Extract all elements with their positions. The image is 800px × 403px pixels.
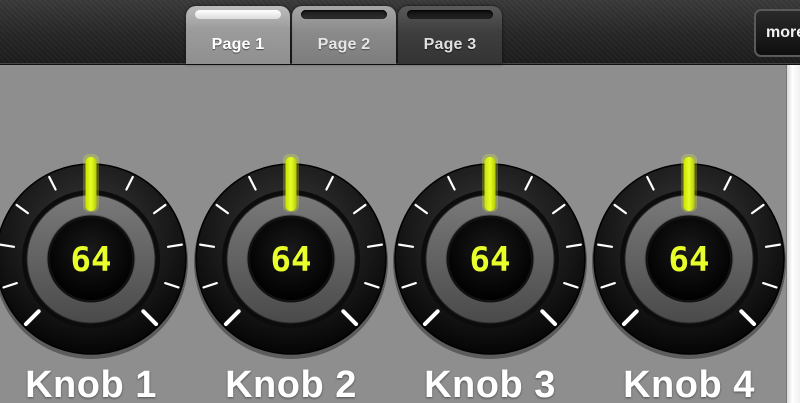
scrollbar[interactable] bbox=[786, 65, 800, 403]
knob-indicator bbox=[285, 157, 297, 211]
knob-label: Knob 1 bbox=[25, 364, 157, 403]
tab-page-1[interactable]: Page 1 bbox=[186, 6, 290, 64]
knob-dial-graphic: 64 bbox=[592, 154, 786, 359]
tab-page-3[interactable]: Page 3 bbox=[398, 6, 502, 64]
knob-panel: 64 Knob 1 64 Knob 2 64 Knob 3 64 Knob 4 bbox=[0, 65, 786, 403]
top-toolbar: Page 1 Page 2 Page 3 more bbox=[0, 0, 800, 65]
tab-indicator-bar bbox=[407, 10, 493, 19]
knob-label: Knob 3 bbox=[424, 364, 556, 403]
knob-dial-graphic: 64 bbox=[194, 154, 388, 359]
knob-3[interactable]: 64 Knob 3 bbox=[390, 113, 590, 403]
more-button[interactable]: more bbox=[754, 9, 800, 57]
knob-value-display: 64 bbox=[470, 240, 511, 280]
app-window: Page 1 Page 2 Page 3 more bbox=[0, 0, 800, 403]
tab-label: Page 2 bbox=[317, 36, 371, 53]
knob-dial-graphic: 64 bbox=[393, 154, 587, 359]
knob-indicator bbox=[85, 157, 97, 211]
knob-value-display: 64 bbox=[71, 240, 112, 280]
knob-2[interactable]: 64 Knob 2 bbox=[191, 113, 391, 403]
tab-indicator-bar bbox=[301, 10, 387, 19]
knob-value-display: 64 bbox=[271, 240, 312, 280]
tab-label: Page 3 bbox=[423, 36, 477, 53]
knob-dial-graphic: 64 bbox=[0, 154, 188, 359]
knob-label: Knob 4 bbox=[623, 364, 755, 403]
tab-indicator-bar bbox=[195, 10, 281, 19]
tab-label: Page 1 bbox=[211, 36, 265, 53]
knob-indicator bbox=[683, 157, 695, 211]
knob-value-display: 64 bbox=[669, 240, 710, 280]
tab-page-2[interactable]: Page 2 bbox=[292, 6, 396, 64]
knob-indicator bbox=[484, 157, 496, 211]
knob-1[interactable]: 64 Knob 1 bbox=[0, 113, 191, 403]
knob-label: Knob 2 bbox=[225, 364, 357, 403]
knob-4[interactable]: 64 Knob 4 bbox=[589, 113, 789, 403]
